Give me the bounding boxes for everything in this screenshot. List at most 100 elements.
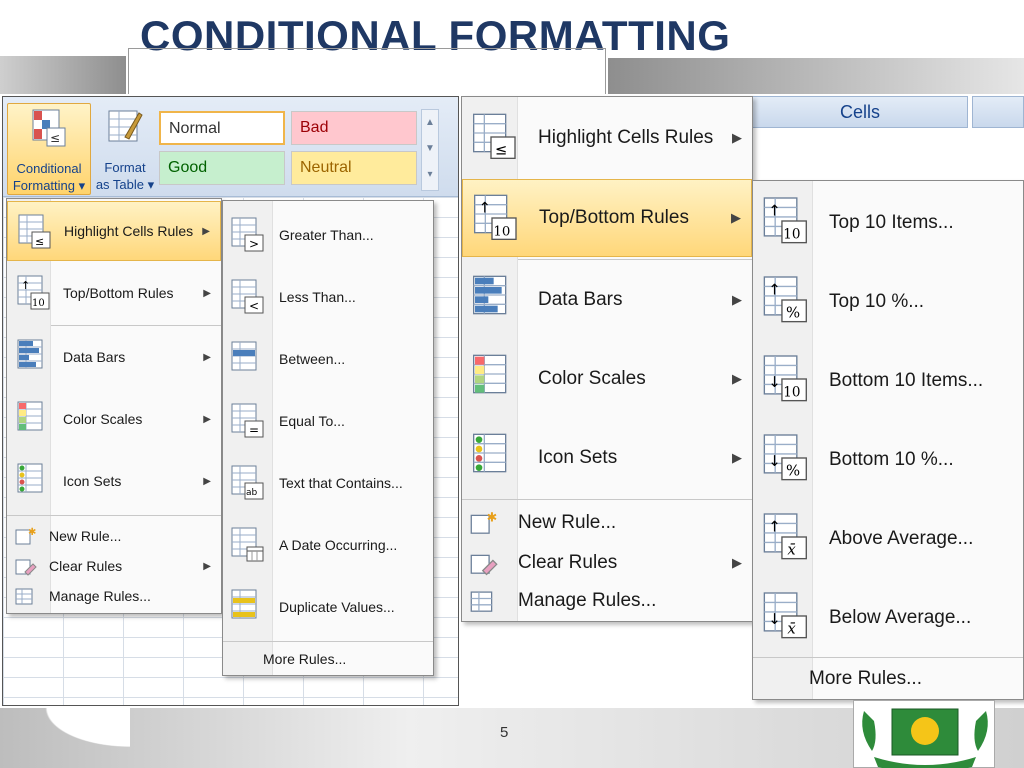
menu-label: Above Average... xyxy=(829,527,974,549)
manage-rules-icon xyxy=(15,588,33,605)
menu-label: Equal To... xyxy=(279,413,345,429)
conditional-formatting-button[interactable]: ≤ Conditional Formatting ▾ xyxy=(7,103,91,195)
menu-item-data-bars[interactable]: Data Bars ▶ xyxy=(462,261,752,339)
menu-item-highlight-cells[interactable]: ≤ Highlight Cells Rules ▶ xyxy=(462,99,752,177)
menu-item-new-rule[interactable]: ✱ New Rule... xyxy=(462,503,752,543)
submenu-item-equal-to[interactable]: = Equal To... xyxy=(223,391,433,451)
conditional-formatting-icon: ≤ xyxy=(32,109,66,147)
decorative-bar-right xyxy=(608,58,1024,94)
scroll-down-icon[interactable]: ▼ xyxy=(422,136,438,162)
menu-label: A Date Occurring... xyxy=(279,537,398,553)
menu-label: Data Bars xyxy=(538,289,623,310)
svg-text:10: 10 xyxy=(783,227,800,243)
menu-label: Less Than... xyxy=(279,289,356,305)
menu-label: Top 10 Items... xyxy=(829,211,954,233)
style-good[interactable]: Good xyxy=(159,151,285,185)
bottom-10-items-icon: 10↓ xyxy=(763,353,807,402)
menu-item-top-bottom[interactable]: 10 ↑ Top/Bottom Rules ▶ xyxy=(462,179,752,257)
submenu-item-less-than[interactable]: < Less Than... xyxy=(223,267,433,327)
menu-item-manage-rules[interactable]: Manage Rules... xyxy=(7,581,221,611)
svg-text:=: = xyxy=(249,423,259,437)
menu-item-icon-sets[interactable]: Icon Sets ▶ xyxy=(462,419,752,497)
format-as-table-label-1: Format xyxy=(104,160,146,175)
page-number: 5 xyxy=(500,724,509,741)
menu-label: Clear Rules xyxy=(49,558,123,574)
date-occurring-icon xyxy=(231,527,264,562)
submenu-item-top-10-items[interactable]: 10 ↑ Top 10 Items... xyxy=(753,183,1023,262)
submenu-item-above-average[interactable]: x̄ ↑ Above Average... xyxy=(753,499,1023,578)
conditional-formatting-label-1: Conditional xyxy=(16,161,82,176)
cells-group-tab[interactable]: Cells xyxy=(752,96,968,128)
svg-text:%: % xyxy=(786,462,800,480)
menu-item-highlight-cells[interactable]: ≤ Highlight Cells Rules ▶ xyxy=(7,201,221,261)
svg-text:↑: ↑ xyxy=(768,518,780,536)
submenu-item-duplicate-values[interactable]: Duplicate Values... xyxy=(223,577,433,637)
styles-scrollbar[interactable]: ▲ ▼ ▾ xyxy=(421,109,439,191)
format-as-table-label-2: as Table ▾ xyxy=(95,177,155,192)
menu-label: Bottom 10 Items... xyxy=(829,369,984,391)
menu-item-color-scales[interactable]: Color Scales ▶ xyxy=(7,389,221,449)
top-10-items-icon: 10↑ xyxy=(763,195,807,244)
conditional-formatting-menu-right: ≤ Highlight Cells Rules ▶ 10 ↑ Top/Bottom… xyxy=(461,96,753,622)
highlight-cells-icon: ≤ xyxy=(472,113,516,159)
submenu-item-bottom-10-items[interactable]: 10 ↓ Bottom 10 Items... xyxy=(753,341,1023,420)
svg-text:%: % xyxy=(786,304,800,322)
submenu-arrow-icon: ▶ xyxy=(732,371,742,386)
style-bad[interactable]: Bad xyxy=(291,111,417,145)
submenu-item-below-average[interactable]: x̄ ↓ Below Average... xyxy=(753,578,1023,657)
greater-than-icon: > xyxy=(231,217,264,252)
more-styles-icon[interactable]: ▾ xyxy=(422,162,438,188)
data-bars-icon xyxy=(17,339,51,375)
new-rule-icon: ✱ xyxy=(470,510,497,534)
format-as-table-button[interactable]: Format as Table ▾ xyxy=(93,103,157,195)
submenu-arrow-icon: ▶ xyxy=(732,292,742,307)
menu-item-manage-rules[interactable]: Manage Rules... xyxy=(462,581,752,621)
conditional-formatting-menu-left: ≤ Highlight Cells Rules ▶ 10 ↑ Top/Bottom… xyxy=(6,198,222,614)
highlight-cells-submenu: > Greater Than... < Less Than... Between… xyxy=(222,200,434,676)
style-neutral[interactable]: Neutral xyxy=(291,151,417,185)
menu-item-data-bars[interactable]: Data Bars ▶ xyxy=(7,327,221,387)
style-normal[interactable]: Normal xyxy=(159,111,285,145)
menu-item-icon-sets[interactable]: Icon Sets ▶ xyxy=(7,451,221,511)
university-logo xyxy=(853,700,995,768)
submenu-item-text-contains[interactable]: ab Text that Contains... xyxy=(223,453,433,513)
submenu-item-more-rules[interactable]: More Rules... xyxy=(223,645,433,673)
submenu-item-greater-than[interactable]: > Greater Than... xyxy=(223,205,433,265)
above-average-icon: x̄ ↑ xyxy=(763,511,807,560)
menu-label: Icon Sets xyxy=(63,473,122,489)
submenu-item-date-occurring[interactable]: A Date Occurring... xyxy=(223,515,433,575)
submenu-item-more-rules[interactable]: More Rules... xyxy=(753,661,1023,697)
menu-label: Greater Than... xyxy=(279,227,374,243)
conditional-formatting-label-2: Formatting ▾ xyxy=(12,178,86,193)
menu-item-new-rule[interactable]: ✱ New Rule... xyxy=(7,521,221,551)
menu-item-color-scales[interactable]: Color Scales ▶ xyxy=(462,340,752,418)
ribbon-tab-edge xyxy=(972,96,1024,128)
svg-text:x̄: x̄ xyxy=(787,541,796,559)
decorative-bar-left xyxy=(0,56,126,94)
menu-item-clear-rules[interactable]: Clear Rules ▶ xyxy=(7,551,221,581)
menu-label: Data Bars xyxy=(63,349,126,365)
clear-rules-icon xyxy=(470,554,498,576)
menu-item-clear-rules[interactable]: Clear Rules ▶ xyxy=(462,543,752,583)
top-bottom-icon: 10↑ xyxy=(473,194,517,240)
submenu-item-between[interactable]: Between... xyxy=(223,329,433,389)
svg-text:<: < xyxy=(249,299,259,313)
submenu-item-top-10-percent[interactable]: % ↑ Top 10 %... xyxy=(753,262,1023,341)
menu-label: Manage Rules... xyxy=(49,588,151,604)
menu-label: Text that Contains... xyxy=(279,475,403,491)
svg-text:↑: ↑ xyxy=(21,279,30,292)
submenu-item-bottom-10-percent[interactable]: % ↓ Bottom 10 %... xyxy=(753,420,1023,499)
color-scales-icon xyxy=(472,354,518,402)
less-than-icon: < xyxy=(231,279,264,314)
color-scales-icon xyxy=(17,401,51,437)
below-average-icon: x̄ ↓ xyxy=(763,590,807,639)
menu-label: Top 10 %... xyxy=(829,290,925,312)
menu-label: New Rule... xyxy=(49,528,122,544)
menu-label: Color Scales xyxy=(63,411,143,427)
manage-rules-icon xyxy=(470,591,493,612)
menu-item-top-bottom[interactable]: 10 ↑ Top/Bottom Rules ▶ xyxy=(7,263,221,323)
scroll-up-icon[interactable]: ▲ xyxy=(422,110,438,136)
submenu-arrow-icon: ▶ xyxy=(732,450,742,465)
duplicate-values-icon xyxy=(231,589,265,625)
submenu-arrow-icon: ▶ xyxy=(203,287,211,299)
